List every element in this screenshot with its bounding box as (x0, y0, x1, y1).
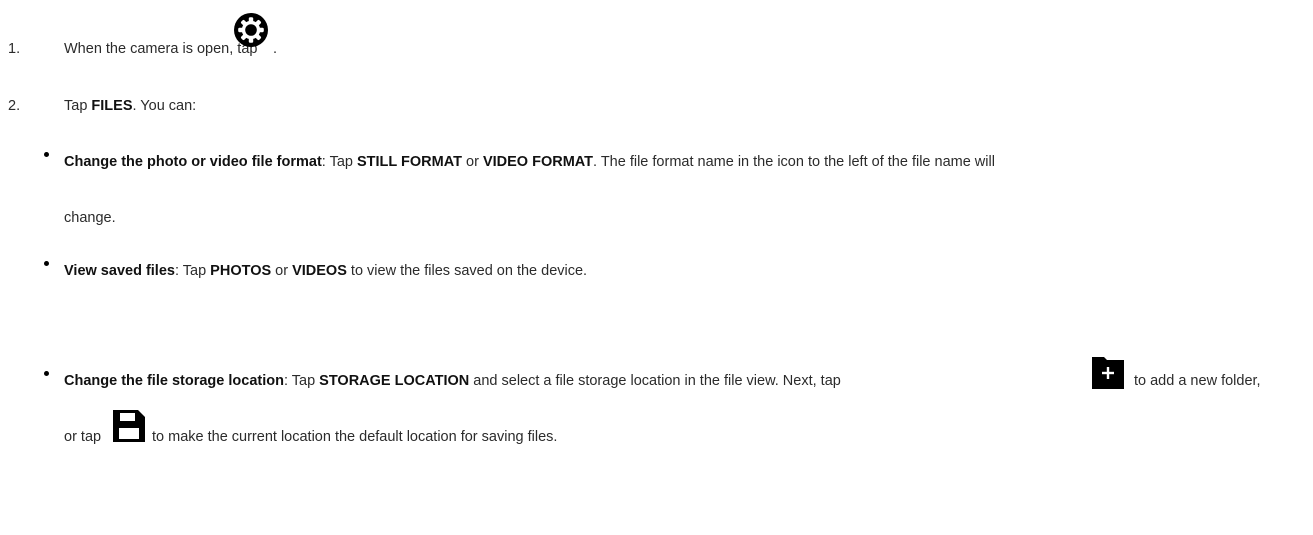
step-number: 1. (8, 41, 21, 57)
step-text: When the camera is open, tap (64, 41, 258, 57)
step-number: 2. (8, 98, 21, 114)
bullet-text: . The file format name in the icon to th… (593, 154, 995, 170)
bullet-icon (44, 261, 49, 266)
bullet-icon (44, 371, 49, 376)
storage-location-label: STORAGE LOCATION (319, 373, 470, 389)
gear-icon (234, 13, 268, 47)
files-label: FILES (91, 98, 133, 114)
save-icon (113, 410, 145, 442)
bullet-text: or tap (64, 429, 102, 445)
bullet-text: and select a file storage location in th… (469, 373, 841, 389)
bullet-text: to view the files saved on the device. (346, 263, 588, 279)
bullet-text: or (461, 154, 483, 170)
step-2: 2. Tap FILES. You can: (0, 97, 1313, 117)
bullet-text: to make the current location the default… (152, 429, 558, 445)
video-format-label: VIDEO FORMAT (482, 154, 594, 170)
bullet-text: to add a new folder, (1134, 373, 1261, 389)
bullet-text: or (271, 263, 293, 279)
bullet-continuation: change. (64, 210, 116, 226)
bullet-title: View saved files (64, 263, 175, 279)
bullet-text: : Tap (321, 154, 357, 170)
videos-label: VIDEOS (292, 263, 347, 279)
bullet-text: : Tap (283, 373, 320, 389)
bullet-item-file-format: Change the photo or video file format: T… (64, 153, 995, 171)
bullet-icon (44, 152, 49, 157)
new-folder-icon (1092, 357, 1124, 389)
bullet-title: Change the file storage location (64, 373, 284, 389)
step-text-end: . (273, 41, 278, 57)
still-format-label: STILL FORMAT (357, 154, 462, 170)
step-text-end: . You can: (132, 98, 197, 114)
bullet-item-storage-location: Change the file storage location: Tap ST… (64, 372, 841, 390)
step-text: Tap (64, 98, 92, 114)
photos-label: PHOTOS (210, 263, 272, 279)
bullet-title: Change the photo or video file format (64, 154, 322, 170)
bullet-text: : Tap (174, 263, 211, 279)
bullet-item-saved-files: View saved files: Tap PHOTOS or VIDEOS t… (64, 262, 587, 280)
step-1: 1. When the camera is open, tap (0, 40, 1313, 60)
